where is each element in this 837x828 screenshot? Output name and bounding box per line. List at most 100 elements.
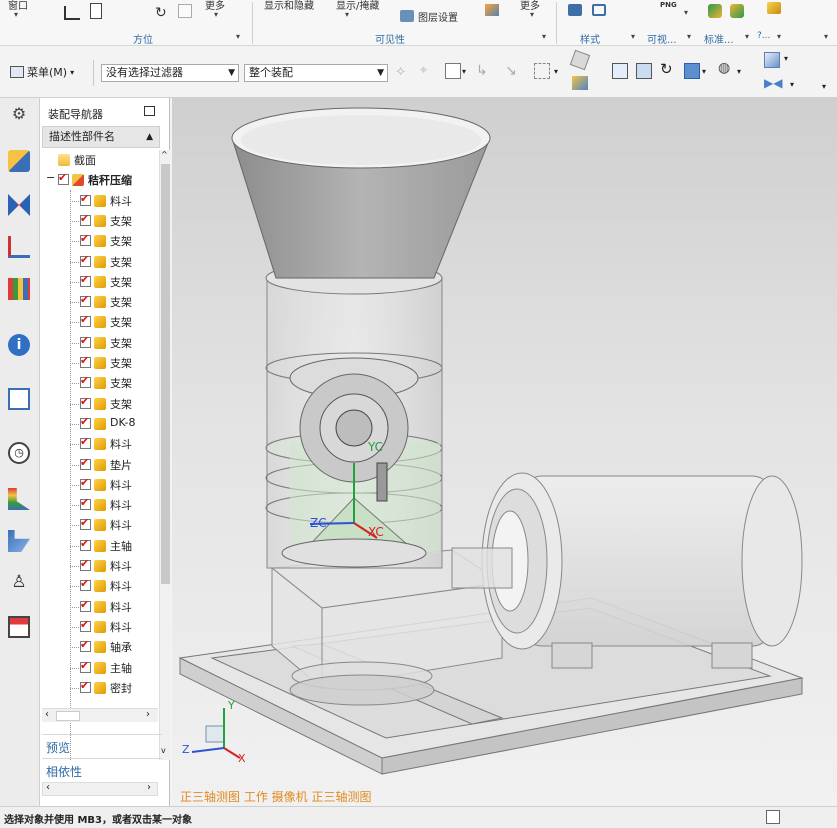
group-visual-dropdown[interactable]: ▾: [687, 32, 691, 41]
tree-node[interactable]: 主轴: [40, 658, 158, 678]
png-export-dropdown[interactable]: ▾: [684, 8, 688, 17]
visibility-checkbox[interactable]: [80, 354, 91, 368]
view-rotate-icon[interactable]: [569, 49, 591, 71]
tree-node[interactable]: 料斗: [40, 597, 158, 617]
visibility-checkbox[interactable]: [80, 577, 91, 592]
tree-node[interactable]: 支架: [40, 353, 158, 373]
scrollbar-thumb[interactable]: [56, 711, 80, 721]
menu-button[interactable]: 菜单(M) ▾: [10, 64, 74, 80]
visibility-checkbox[interactable]: [80, 415, 91, 429]
visibility-checkbox[interactable]: [80, 638, 91, 653]
pin-panel-icon[interactable]: [144, 106, 155, 116]
scroll-right-icon[interactable]: ›: [146, 709, 150, 720]
tree-node[interactable]: 轴承: [40, 637, 158, 657]
type-filter-select[interactable]: 没有选择过滤器 ▼: [101, 64, 239, 82]
measure-icon[interactable]: [708, 4, 722, 18]
constraint-navigator-icon[interactable]: [8, 194, 30, 216]
assembly-navigator-icon[interactable]: [8, 150, 30, 172]
tree-node[interactable]: 支架: [40, 394, 158, 414]
ribbon-more-1-dropdown[interactable]: ▾: [214, 10, 218, 19]
show-hide-toggle-dropdown[interactable]: ▾: [345, 10, 349, 19]
zoom-icon[interactable]: [636, 63, 652, 79]
reuse-library-icon[interactable]: [8, 278, 30, 300]
ribbon-window-dropdown[interactable]: ▾: [14, 10, 18, 19]
visibility-checkbox[interactable]: [80, 618, 91, 632]
snap-end-icon[interactable]: ⌖: [420, 63, 436, 79]
tree-node[interactable]: 料斗: [40, 556, 158, 576]
scroll-up-icon[interactable]: ^: [161, 150, 168, 159]
group-orient-dropdown[interactable]: ▾: [236, 32, 240, 41]
page-icon[interactable]: [90, 3, 102, 19]
render-style-icon[interactable]: ◍: [718, 60, 734, 76]
tree-node[interactable]: 支架: [40, 373, 158, 393]
tree-node[interactable]: 支架: [40, 312, 158, 332]
visibility-checkbox[interactable]: [80, 537, 91, 551]
visibility-checkbox[interactable]: [80, 395, 91, 409]
tree-node[interactable]: 料斗: [40, 617, 158, 637]
group-extra-dropdown[interactable]: ▾: [777, 32, 781, 41]
show-hide-toggle-button[interactable]: 显示/掩藏: [336, 0, 379, 12]
tree-node[interactable]: 料斗: [40, 576, 158, 596]
visibility-checkbox[interactable]: [80, 435, 91, 450]
visibility-checkbox[interactable]: [80, 232, 91, 247]
tree-node[interactable]: 支架: [40, 211, 158, 231]
visibility-checkbox[interactable]: [80, 456, 91, 470]
visibility-checkbox[interactable]: [80, 557, 91, 571]
snap-arrow-icon[interactable]: ↳: [476, 63, 492, 79]
layer-settings-button[interactable]: 图层设置: [418, 9, 458, 24]
visibility-checkbox[interactable]: [80, 374, 91, 389]
chevron-down-icon[interactable]: ▾: [784, 54, 800, 70]
snap-angle-icon[interactable]: ↘: [505, 63, 521, 79]
box-select-icon[interactable]: [534, 63, 550, 79]
tree-node[interactable]: 垫片: [40, 455, 158, 475]
visibility-checkbox[interactable]: [80, 253, 91, 267]
scroll-left-icon[interactable]: ‹: [46, 782, 50, 793]
ribbon-overflow-dropdown[interactable]: ▾: [824, 32, 828, 41]
tree-vertical-scrollbar[interactable]: ^ v: [159, 150, 170, 760]
web-browser-icon[interactable]: [8, 388, 30, 410]
tree-node[interactable]: 支架: [40, 231, 158, 251]
fullscreen-icon[interactable]: [766, 810, 780, 824]
background-icon[interactable]: [764, 52, 780, 68]
collapse-icon[interactable]: −: [46, 171, 55, 184]
tree-node[interactable]: 密封: [40, 678, 158, 698]
history-icon[interactable]: ◷: [8, 442, 30, 464]
fit-view-icon[interactable]: [612, 63, 628, 79]
group-standard-dropdown[interactable]: ▾: [745, 32, 749, 41]
bottom-horizontal-scrollbar[interactable]: ‹ ›: [42, 782, 158, 796]
orient-view-icon[interactable]: [684, 63, 700, 79]
tree-node[interactable]: − 秸秆压缩: [40, 170, 158, 190]
snap-point-icon[interactable]: ⟡: [396, 63, 412, 79]
visibility-checkbox[interactable]: [80, 598, 91, 612]
chevron-down-icon[interactable]: ▾: [790, 80, 806, 96]
style-shaded-icon[interactable]: [568, 4, 582, 16]
assembly-icon[interactable]: [767, 2, 781, 14]
scroll-right-icon[interactable]: ›: [147, 782, 151, 793]
tree-node[interactable]: 支架: [40, 292, 158, 312]
layer-settings-icon[interactable]: [400, 10, 414, 22]
scroll-left-icon[interactable]: ‹: [45, 709, 49, 720]
tree-node[interactable]: 料斗: [40, 191, 158, 211]
chevron-down-icon[interactable]: ▾: [554, 67, 570, 83]
visibility-checkbox[interactable]: [80, 476, 91, 490]
visibility-checkbox[interactable]: [80, 293, 91, 308]
ribbon-more-2-dropdown[interactable]: ▾: [530, 10, 534, 19]
gear-icon[interactable]: ⚙: [8, 104, 30, 126]
tree-node[interactable]: 料斗: [40, 475, 158, 495]
tree-node[interactable]: 料斗: [40, 434, 158, 454]
light-icon[interactable]: ▶◀: [764, 76, 782, 92]
visibility-checkbox[interactable]: [80, 496, 91, 511]
tree-node[interactable]: 料斗: [40, 515, 158, 535]
chevron-down-icon[interactable]: ▾: [702, 67, 718, 83]
selection-scope-select[interactable]: 整个装配 ▼: [244, 64, 388, 82]
tree-node[interactable]: 支架: [40, 252, 158, 272]
visibility-checkbox[interactable]: [80, 679, 91, 693]
group-style-dropdown[interactable]: ▾: [631, 32, 635, 41]
scroll-down-icon[interactable]: v: [161, 746, 166, 755]
view-fit-icon[interactable]: [178, 4, 192, 18]
scrollbar-thumb[interactable]: [161, 164, 170, 584]
analysis-icon[interactable]: [730, 4, 744, 18]
tree-node[interactable]: 主轴: [40, 536, 158, 556]
process-studio-icon[interactable]: [8, 488, 30, 510]
part-navigator-icon[interactable]: [8, 236, 30, 258]
